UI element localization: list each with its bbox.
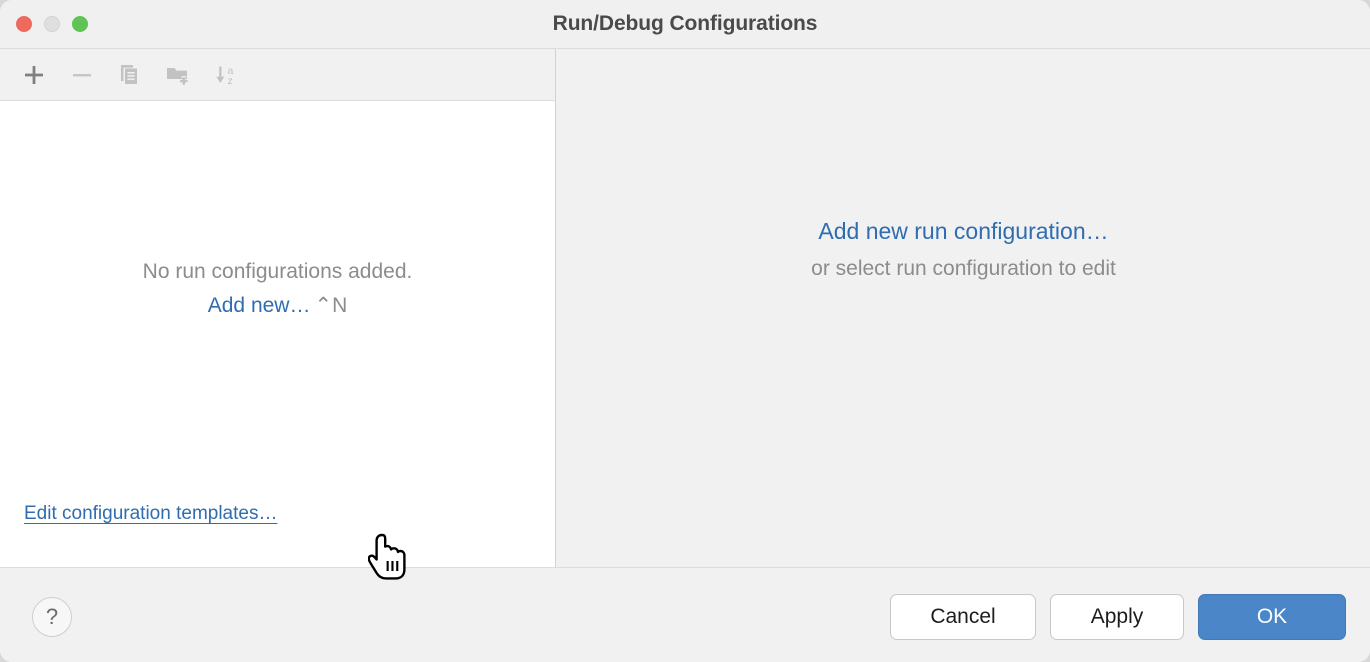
run-debug-configurations-dialog: Run/Debug Configurations a z No run conf… — [0, 0, 1370, 662]
configuration-editor-panel: Add new run configuration… or select run… — [557, 48, 1370, 567]
remove-configuration-button[interactable] — [58, 55, 106, 95]
dialog-footer: ? Cancel Apply OK — [0, 567, 1370, 662]
title-bar: Run/Debug Configurations — [0, 0, 1370, 48]
help-button[interactable]: ? — [32, 597, 72, 637]
empty-state-message: No run configurations added. Add new… ⌃N — [0, 257, 555, 325]
minus-icon — [70, 63, 94, 87]
add-configuration-button[interactable] — [10, 55, 58, 95]
dialog-action-buttons: Cancel Apply OK — [890, 594, 1346, 640]
add-new-shortcut: ⌃N — [314, 294, 348, 317]
page-title: Run/Debug Configurations — [552, 12, 818, 35]
edit-configuration-templates-link[interactable]: Edit configuration templates… — [24, 503, 277, 525]
editor-empty-state: Add new run configuration… or select run… — [557, 211, 1370, 287]
ok-button[interactable]: OK — [1198, 594, 1346, 640]
empty-state-action-row: Add new… ⌃N — [0, 287, 555, 325]
folder-add-icon — [165, 63, 191, 87]
add-new-link[interactable]: Add new… — [208, 294, 311, 317]
empty-state-text: No run configurations added. — [142, 260, 413, 283]
svg-text:z: z — [228, 75, 233, 87]
plus-icon — [22, 63, 46, 87]
apply-button[interactable]: Apply — [1050, 594, 1184, 640]
copy-icon — [118, 63, 142, 87]
add-new-run-configuration-link[interactable]: Add new run configuration… — [557, 211, 1370, 251]
configurations-list[interactable]: No run configurations added. Add new… ⌃N … — [0, 101, 555, 567]
sort-configurations-button[interactable]: a z — [202, 55, 250, 95]
configurations-list-panel: a z No run configurations added. Add new… — [0, 48, 556, 567]
cancel-button[interactable]: Cancel — [890, 594, 1036, 640]
copy-configuration-button[interactable] — [106, 55, 154, 95]
new-folder-button[interactable] — [154, 55, 202, 95]
list-toolbar: a z — [0, 49, 555, 101]
editor-hint-text: or select run configuration to edit — [811, 257, 1116, 280]
sort-alpha-icon: a z — [212, 63, 240, 87]
